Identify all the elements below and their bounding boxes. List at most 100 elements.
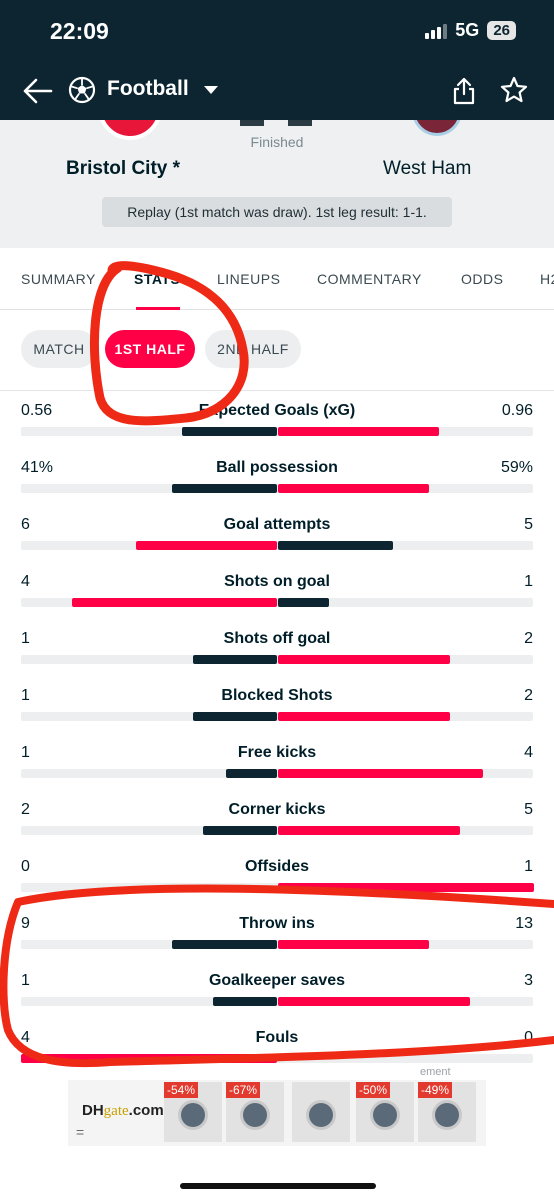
period-first-half[interactable]: 1ST HALF — [105, 330, 195, 368]
stat-label: Corner kicks — [228, 801, 326, 818]
stat-bar-home — [226, 769, 277, 778]
stat-bar-away — [278, 997, 470, 1006]
stat-bar-track — [21, 940, 533, 949]
ad-product-thumb[interactable]: -54% — [164, 1082, 222, 1142]
stat-label: Fouls — [255, 1029, 299, 1046]
ad-product-thumb[interactable]: -49% — [418, 1082, 476, 1142]
stat-away-value: 5 — [524, 801, 533, 818]
period-tabs: MATCH 1ST HALF 2ND HALF — [0, 311, 554, 391]
stat-bar-away — [278, 541, 393, 550]
stat-bar-track — [21, 712, 533, 721]
stat-bar-home — [172, 940, 277, 949]
stat-bar-away — [278, 826, 460, 835]
match-info: Replay (1st match was draw). 1st leg res… — [102, 197, 452, 227]
ad-label: ement — [420, 1066, 451, 1078]
match-tabs: SUMMARY STATS LINEUPS COMMENTARY ODDS H2… — [0, 248, 554, 310]
stat-bar-home — [136, 541, 277, 550]
ad-banner[interactable]: DHgate.com = -54% -67% -50% -49% — [68, 1080, 486, 1146]
stat-row: 4 Shots on goal 1 — [0, 562, 554, 619]
stat-row: 1 Free kicks 4 — [0, 733, 554, 790]
tab-stats[interactable]: STATS — [134, 271, 180, 287]
share-icon[interactable] — [452, 76, 476, 106]
stat-away-value: 2 — [524, 630, 533, 647]
sport-title[interactable]: Football — [107, 77, 189, 101]
stat-bar-track — [21, 541, 533, 550]
stat-bar-away — [278, 427, 439, 436]
away-team-name[interactable]: West Ham — [383, 158, 471, 180]
score — [240, 120, 312, 126]
stat-label: Free kicks — [237, 744, 317, 761]
stat-bar-track — [21, 997, 533, 1006]
tab-commentary[interactable]: COMMENTARY — [317, 271, 422, 287]
stat-away-value: 2 — [524, 687, 533, 704]
stat-away-value: 4 — [524, 744, 533, 761]
stat-row: 4 Fouls 0 — [0, 1018, 554, 1075]
watch-icon — [240, 1100, 270, 1130]
ad-product-thumb[interactable]: -67% — [226, 1082, 284, 1142]
network-type: 5G — [455, 20, 480, 40]
home-indicator[interactable] — [180, 1183, 376, 1189]
stat-bar-track — [21, 769, 533, 778]
star-icon[interactable] — [500, 76, 528, 104]
stat-bar-home — [203, 826, 277, 835]
stat-bar-away — [278, 655, 450, 664]
match-status: Finished — [250, 134, 304, 150]
discount-badge: -50% — [356, 1082, 391, 1098]
watch-icon — [306, 1100, 336, 1130]
signal-icon — [425, 23, 448, 39]
stat-bar-track — [21, 484, 533, 493]
stat-away-value: 0.96 — [501, 402, 533, 419]
stat-label: Throw ins — [239, 915, 315, 932]
stat-label: Blocked Shots — [221, 687, 333, 704]
discount-badge: -54% — [164, 1082, 199, 1098]
active-tab-indicator — [136, 307, 180, 310]
status-bar: 22:09 5G 26 — [0, 0, 554, 62]
stat-away-value: 3 — [524, 972, 533, 989]
home-team-name[interactable]: Bristol City * — [66, 158, 180, 180]
status-indicators: 5G 26 — [425, 20, 516, 41]
stat-bar-away — [278, 598, 329, 607]
stat-row: 1 Blocked Shots 2 — [0, 676, 554, 733]
tab-summary[interactable]: SUMMARY — [21, 271, 96, 287]
stat-row: 0.56 Expected Goals (xG) 0.96 — [0, 391, 554, 448]
stat-label: Offsides — [244, 858, 309, 875]
stat-bar-away — [278, 712, 450, 721]
stat-label: Shots on goal — [224, 573, 330, 590]
stat-away-value: 1 — [524, 573, 533, 590]
stat-bar-home — [182, 427, 277, 436]
stat-row: 0 Offsides 1 — [0, 847, 554, 904]
battery-icon: 26 — [487, 21, 516, 40]
stat-bar-track — [21, 427, 533, 436]
ad-brand-logo: DHgate.com — [82, 1102, 164, 1119]
discount-badge: -67% — [226, 1082, 261, 1098]
tab-h2h[interactable]: H2H — [540, 271, 554, 287]
tab-odds[interactable]: ODDS — [461, 271, 503, 287]
stat-bar-away — [278, 883, 534, 892]
stat-label: Shots off goal — [223, 630, 331, 647]
stat-label: Expected Goals (xG) — [198, 402, 356, 419]
stat-bar-away — [278, 769, 483, 778]
soccer-ball-icon — [68, 76, 96, 104]
stat-away-value: 1 — [524, 858, 533, 875]
stat-row: 2 Corner kicks 5 — [0, 790, 554, 847]
stat-away-value: 5 — [524, 516, 533, 533]
period-match[interactable]: MATCH — [21, 330, 97, 368]
stat-label: Goalkeeper saves — [208, 972, 346, 989]
back-arrow-icon[interactable] — [22, 76, 54, 106]
chevron-down-icon[interactable] — [204, 86, 218, 94]
stat-bar-track — [21, 883, 534, 892]
menu-icon: = — [76, 1124, 85, 1140]
stat-bar-away — [278, 484, 429, 493]
watch-icon — [370, 1100, 400, 1130]
ad-product-thumb[interactable] — [292, 1082, 350, 1142]
status-time: 22:09 — [50, 18, 109, 44]
stat-row: 9 Throw ins 13 — [0, 904, 554, 961]
stat-away-value: 0 — [524, 1029, 533, 1046]
period-second-half[interactable]: 2ND HALF — [205, 330, 301, 368]
watch-icon — [178, 1100, 208, 1130]
stat-bar-home — [213, 997, 277, 1006]
tab-lineups[interactable]: LINEUPS — [217, 271, 280, 287]
stat-bar-home — [172, 484, 277, 493]
ad-product-thumb[interactable]: -50% — [356, 1082, 414, 1142]
stat-bar-away — [278, 940, 429, 949]
